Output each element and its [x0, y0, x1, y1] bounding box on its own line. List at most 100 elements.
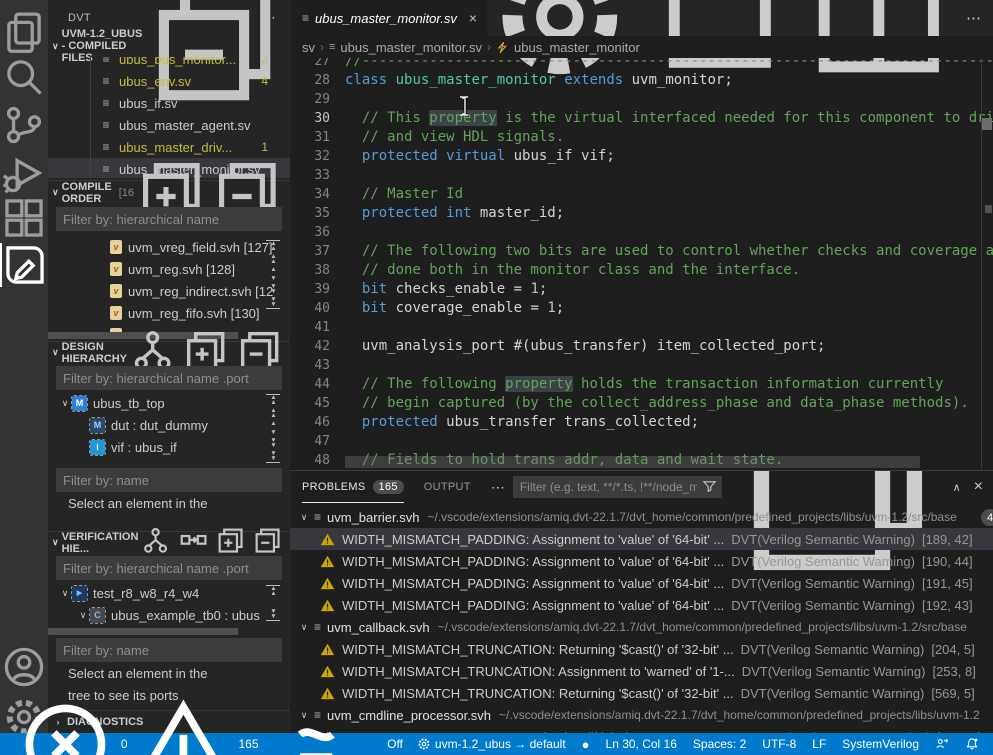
file-item[interactable]: ≡ubus_bus_monitor...2 [48, 57, 290, 70]
close-icon[interactable]: × [469, 10, 477, 26]
scroll-barup-icon[interactable]: ▲ ▲ [266, 394, 280, 405]
code-line[interactable]: 44 // The following property holds the t… [290, 375, 993, 394]
code-line[interactable]: 43 [290, 356, 993, 375]
file-item[interactable]: ≡ubus_env.sv4 [48, 70, 290, 92]
source-control-icon[interactable] [0, 103, 48, 147]
scroll-dbldown-icon[interactable]: ▼ ▼ [266, 439, 280, 448]
code-line[interactable]: 46 protected ubus_transfer trans_collect… [290, 413, 993, 432]
scroll-up-icon[interactable]: ▲ [266, 268, 280, 273]
problem-row[interactable]: WIDTH_MISMATCH_TRUNCATION: Returning '$c… [290, 638, 993, 660]
code-line[interactable]: 40 bit coverage_enable = 1; [290, 299, 993, 318]
tab-ubus-master-monitor[interactable]: ≡ ubus_master_monitor.sv × [290, 0, 487, 36]
explorer-icon[interactable] [0, 10, 48, 54]
scroll-down-icon[interactable]: ▼ [266, 431, 280, 436]
code-line[interactable]: 33 [290, 166, 993, 185]
chevron-down-icon[interactable]: ∨ [58, 588, 72, 599]
verification-hierarchy-name-filter-input[interactable] [56, 638, 282, 662]
search-icon[interactable] [0, 55, 48, 99]
tab-problems[interactable]: PROBLEMS 165 [302, 471, 404, 503]
chevron-down-icon[interactable]: ∨ [298, 512, 310, 523]
mode-status[interactable]: Off [277, 733, 407, 755]
verification-hierarchy-filter-input[interactable] [56, 556, 282, 580]
code-line[interactable]: 31 // and view HDL signals. [290, 128, 993, 147]
tab-output[interactable]: OUTPUT [424, 471, 471, 503]
code-line[interactable]: 27//------------------------------------… [290, 58, 993, 71]
problem-row[interactable]: SYSTEM_VERILOG_2012: Expecting `endif la… [290, 726, 993, 733]
file-item[interactable]: ≡ubus_if.sv [48, 92, 290, 114]
chevron-down-icon[interactable]: ∨ [76, 610, 90, 621]
breadcrumb-root[interactable]: sv [302, 40, 315, 55]
eol-status[interactable]: LF [808, 733, 830, 755]
code-line[interactable]: 38 // done both in the monitor class and… [290, 261, 993, 280]
scroll-barup-icon[interactable]: ▲ ▲ [266, 585, 280, 596]
feedback-icon[interactable] [931, 733, 953, 755]
section-verification-hierarchy[interactable]: ∨ VERIFICATION HIE... [48, 531, 290, 553]
code-line[interactable]: 32 protected virtual ubus_if vif; [290, 147, 993, 166]
code-line[interactable]: 35 protected int master_id; [290, 204, 993, 223]
problems-status[interactable]: 0 165 [10, 733, 263, 755]
extensions-icon[interactable] [0, 196, 48, 240]
design-hierarchy-filter-input[interactable] [56, 366, 282, 390]
problem-row[interactable]: WIDTH_MISMATCH_PADDING: Assignment to 'v… [290, 594, 993, 616]
design-hierarchy-name-filter-input[interactable] [56, 468, 282, 492]
notifications-bell-icon[interactable] [961, 733, 983, 755]
section-design-hierarchy[interactable]: ∨ DESIGN HIERARCHY [48, 341, 290, 363]
code-line[interactable]: 45 // begin captured (by the collect_add… [290, 394, 993, 413]
breadcrumb-file[interactable]: ubus_master_monitor.sv [340, 40, 482, 55]
scroll-dbldown-icon[interactable]: ▼ ▼ [266, 285, 280, 294]
scroll-dblup-icon[interactable]: ▲ ▲ [266, 255, 280, 264]
more-actions-icon[interactable]: ⋯ [966, 9, 981, 27]
code-line[interactable]: 39 bit checks_enable = 1; [290, 280, 993, 299]
problem-row[interactable]: WIDTH_MISMATCH_PADDING: Assignment to 'v… [290, 528, 993, 550]
dvt-icon[interactable] [0, 243, 48, 287]
breadcrumb-symbol[interactable]: ubus_master_monitor [514, 40, 640, 55]
file-item[interactable]: ≡ubus_master_agent.sv [48, 114, 290, 136]
run-indicator[interactable]: ● [578, 733, 594, 755]
scroll-bardown-icon[interactable]: ▼ ▼ [266, 610, 280, 621]
problem-group-row[interactable]: ∨≡uvm_callback.svh~/.vscode/extensions/a… [290, 616, 993, 638]
code-line[interactable]: 34 // Master Id [290, 185, 993, 204]
problem-row[interactable]: WIDTH_MISMATCH_PADDING: Assignment to 'v… [290, 572, 993, 594]
account-icon[interactable] [0, 645, 48, 689]
code-line[interactable]: 29 [290, 90, 993, 109]
cursor-position[interactable]: Ln 30, Col 16 [602, 733, 681, 755]
section-compile-order[interactable]: ∨ COMPILE ORDER [166 total, … [48, 180, 290, 204]
tree-item[interactable]: Mdut : dut_dummy [48, 414, 290, 436]
panel-more-tabs-icon[interactable]: ⋯ [491, 479, 505, 496]
tree-item[interactable]: ∨Cubus_example_tb0 : ubus [48, 604, 290, 626]
problem-row[interactable]: WIDTH_MISMATCH_PADDING: Assignment to 'v… [290, 550, 993, 572]
file-item[interactable]: ≡ubus_master_driv...1 [48, 136, 290, 158]
problem-group-row[interactable]: ∨≡uvm_barrier.svh~/.vscode/extensions/am… [290, 506, 993, 528]
indentation-status[interactable]: Spaces: 2 [689, 733, 750, 755]
problem-group-row[interactable]: ∨≡uvm_cmdline_processor.svh~/.vscode/ext… [290, 704, 993, 726]
horizontal-scrollbar[interactable] [48, 628, 238, 635]
compile-order-item[interactable]: vuvm_reg_fifo.svh [130] [48, 302, 290, 324]
hierarchy-icon[interactable] [141, 526, 170, 558]
problem-row[interactable]: WIDTH_MISMATCH_TRUNCATION: Assignment to… [290, 660, 993, 682]
filter-funnel-icon[interactable] [702, 479, 717, 494]
close-panel-icon[interactable]: × [974, 478, 983, 496]
scroll-barup-icon[interactable]: ▲ ▲ [266, 240, 280, 251]
chevron-down-icon[interactable]: ∨ [298, 622, 310, 633]
section-compiled-files[interactable]: ∨ UVM-1.2_UBUS - COMPILED FILES [48, 35, 290, 57]
collapse-all-icon[interactable] [253, 526, 282, 558]
code-line[interactable]: 28class ubus_master_monitor extends uvm_… [290, 71, 993, 90]
scroll-dblup-icon[interactable]: ▲ ▲ [266, 409, 280, 418]
code-line[interactable]: 36 [290, 223, 993, 242]
scroll-down-icon[interactable]: ▼ [266, 277, 280, 282]
tree-item[interactable]: ∨▶test_r8_w8_r4_w4 [48, 582, 290, 604]
problems-filter-input[interactable] [513, 476, 722, 498]
run-debug-icon[interactable] [0, 151, 48, 195]
code-line[interactable]: 42 uvm_analysis_port #(ubus_transfer) it… [290, 337, 993, 356]
horizontal-scrollbar[interactable] [345, 456, 920, 468]
compile-order-item[interactable]: vuvm_reg_indirect.svh [12 [48, 280, 290, 302]
scroll-up-icon[interactable]: ▲ [266, 422, 280, 427]
chevron-down-icon[interactable]: ∨ [58, 398, 72, 409]
code-line[interactable]: 41 [290, 318, 993, 337]
tree-item[interactable]: ∨Mubus_tb_top [48, 392, 290, 414]
code-line[interactable]: 47 [290, 432, 993, 451]
project-status[interactable]: uvm-1.2_ubus → default [413, 733, 570, 755]
scroll-bardown-icon[interactable]: ▼ ▼ [266, 298, 280, 309]
compile-order-filter-input[interactable] [56, 207, 282, 231]
compile-order-item[interactable]: vuvm_reg.svh [128] [48, 258, 290, 280]
